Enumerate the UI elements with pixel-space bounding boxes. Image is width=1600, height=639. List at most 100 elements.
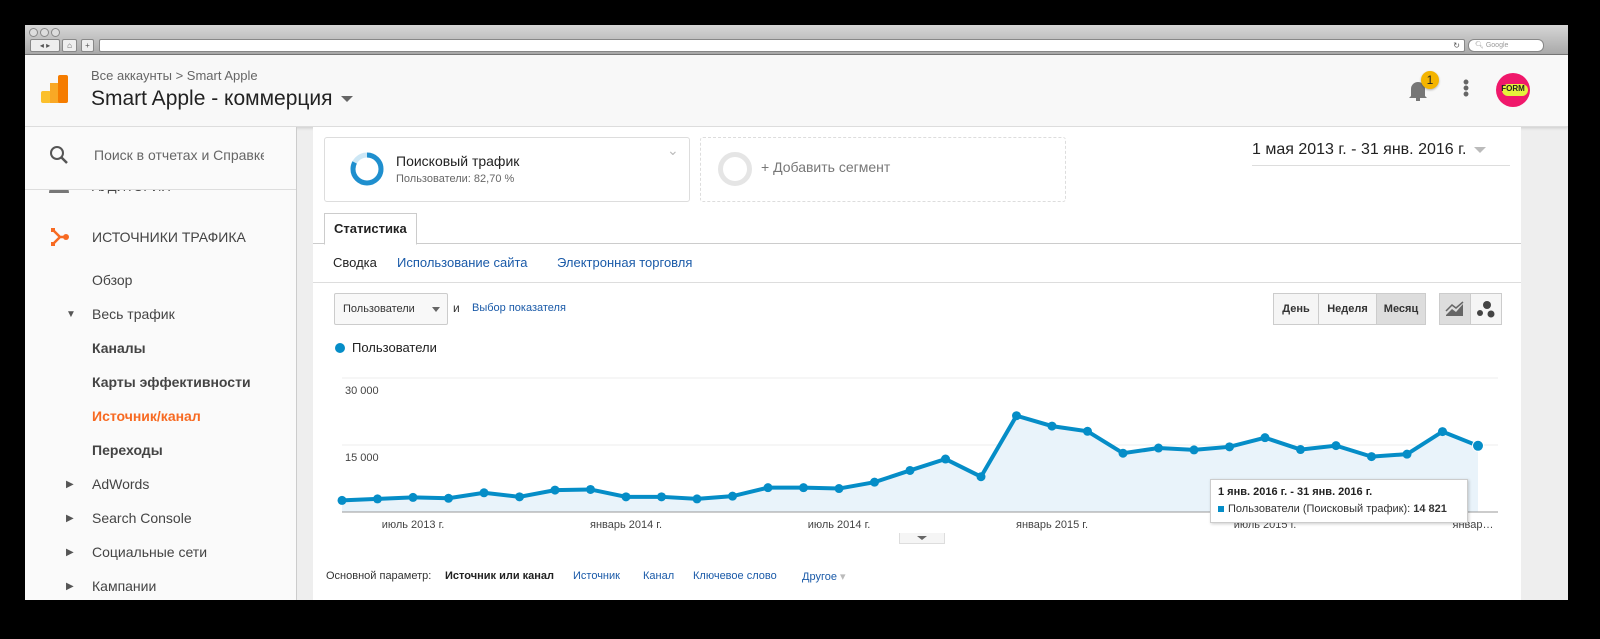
home-icon[interactable]: ⌂ <box>62 39 77 52</box>
tooltip-marker <box>1218 506 1224 512</box>
data-point[interactable] <box>1367 452 1376 462</box>
caret-down-icon <box>432 307 440 312</box>
data-point[interactable] <box>1402 449 1412 459</box>
back-icon[interactable]: ◂ <box>40 41 44 50</box>
breadcrumb[interactable]: Все аккаунты > Smart Apple <box>91 68 258 83</box>
subtab-ecommerce[interactable]: Электронная торговля <box>557 255 692 270</box>
empty-segment-icon <box>718 152 752 186</box>
subtab-summary[interactable]: Сводка <box>333 255 377 270</box>
data-point[interactable] <box>976 472 986 482</box>
period-day-button[interactable]: День <box>1273 293 1319 325</box>
reload-icon[interactable]: ↻ <box>1453 40 1460 51</box>
data-point[interactable] <box>692 494 702 504</box>
data-point[interactable] <box>1260 433 1270 443</box>
minimize-window-button[interactable] <box>40 28 49 37</box>
zoom-window-button[interactable] <box>51 28 60 37</box>
tooltip-title: 1 янв. 2016 г. - 31 янв. 2016 г. <box>1218 486 1373 498</box>
tab-statistics[interactable]: Статистика <box>324 213 417 245</box>
data-point[interactable] <box>1296 445 1305 455</box>
sidebar-item[interactable]: Search Console <box>92 510 192 526</box>
segment-donut-icon <box>350 152 384 186</box>
more-options-icon[interactable]: • • • <box>1462 73 1470 103</box>
data-point[interactable] <box>1189 445 1199 455</box>
line-chart-icon <box>1445 301 1464 317</box>
data-point[interactable] <box>586 484 595 494</box>
data-point[interactable] <box>479 488 489 498</box>
subtab-site-usage[interactable]: Использование сайта <box>397 255 528 270</box>
dimension-medium[interactable]: Канал <box>643 570 674 582</box>
sidebar-item[interactable]: Социальные сети <box>92 544 207 560</box>
data-point[interactable] <box>1331 441 1341 451</box>
data-point[interactable] <box>1118 448 1128 458</box>
data-point[interactable] <box>444 493 453 503</box>
report-search[interactable]: Поиск в отчетах и Справке <box>25 127 296 190</box>
collapsed-arrow-icon[interactable]: ▶ <box>66 479 74 490</box>
avatar[interactable]: FORM <box>1496 73 1530 107</box>
forward-icon[interactable]: ▸ <box>46 41 50 50</box>
dimension-other-dropdown[interactable]: Другое ▾ <box>802 570 846 583</box>
metric-select[interactable]: Пользователи <box>334 293 448 325</box>
sidebar-item[interactable]: Кампании <box>92 578 156 594</box>
data-point[interactable] <box>728 491 737 501</box>
sidebar-item[interactable]: AdWords <box>92 476 149 492</box>
search-icon <box>50 146 68 164</box>
browser-search-input[interactable]: 🔍︎ Google <box>1468 39 1544 52</box>
sidebar-item[interactable]: Весь трафик <box>92 306 175 322</box>
close-window-button[interactable] <box>29 28 38 37</box>
data-point[interactable] <box>1472 439 1484 452</box>
data-point[interactable] <box>1225 442 1234 452</box>
chevron-down-icon[interactable]: ⌄ <box>667 142 679 159</box>
data-point[interactable] <box>408 492 418 502</box>
motion-chart-toggle[interactable] <box>1470 293 1502 325</box>
url-bar[interactable]: ↻ <box>99 39 1465 52</box>
add-segment-button[interactable]: + Добавить сегмент <box>700 137 1066 202</box>
sidebar-item[interactable]: Источник/канал <box>92 408 201 424</box>
add-tab-icon[interactable]: + <box>81 39 94 52</box>
data-point[interactable] <box>657 492 666 502</box>
data-point[interactable] <box>373 494 382 504</box>
line-chart-toggle[interactable] <box>1439 293 1471 325</box>
sidebar-section-acquisition[interactable]: ИСТОЧНИКИ ТРАФИКА <box>92 229 246 245</box>
data-point[interactable] <box>621 492 631 502</box>
back-forward-buttons[interactable]: ◂ ▸ <box>30 39 60 52</box>
sidebar-item[interactable]: Карты эффективности <box>92 374 251 390</box>
notifications-button[interactable]: 1 <box>1407 71 1439 107</box>
data-point[interactable] <box>763 483 773 493</box>
collapsed-arrow-icon[interactable]: ▶ <box>66 547 74 558</box>
search-input[interactable]: Поиск в отчетах и Справке <box>94 147 264 163</box>
expanded-arrow-icon[interactable]: ▼ <box>66 309 76 320</box>
sidebar-item[interactable]: Обзор <box>92 272 132 288</box>
date-range-picker[interactable]: 1 мая 2013 г. - 31 янв. 2016 г. <box>1252 141 1510 166</box>
data-point[interactable] <box>1047 421 1057 431</box>
sidebar-item[interactable]: Каналы <box>92 340 146 356</box>
data-point[interactable] <box>1154 443 1163 453</box>
data-point[interactable] <box>1438 427 1447 437</box>
tooltip-value: 14 821 <box>1413 503 1447 515</box>
period-month-button[interactable]: Месяц <box>1376 293 1426 325</box>
period-week-button[interactable]: Неделя <box>1318 293 1377 325</box>
chart-resize-handle[interactable] <box>899 533 945 544</box>
data-point[interactable] <box>941 454 950 464</box>
data-point[interactable] <box>337 495 347 505</box>
x-tick-label: январь 2015 г. <box>1016 519 1088 531</box>
data-point[interactable] <box>515 492 524 502</box>
data-point[interactable] <box>550 485 560 495</box>
dimension-source[interactable]: Источник <box>573 570 620 582</box>
data-point[interactable] <box>905 465 915 475</box>
data-point[interactable] <box>799 483 808 493</box>
sidebar-item[interactable]: Переходы <box>92 442 163 458</box>
data-point[interactable] <box>870 477 879 487</box>
segment-card[interactable]: Поисковый трафик Пользователи: 82,70 % ⌄ <box>324 137 690 202</box>
x-tick-label: июль 2014 г. <box>808 519 871 531</box>
dimension-keyword[interactable]: Ключевое слово <box>693 570 777 582</box>
collapsed-arrow-icon[interactable]: ▶ <box>66 581 74 592</box>
dimension-source-medium[interactable]: Источник или канал <box>445 570 554 582</box>
data-point[interactable] <box>1012 411 1021 421</box>
data-point[interactable] <box>1083 426 1092 436</box>
choose-metric-link[interactable]: Выбор показателя <box>472 302 566 314</box>
bubbles-icon <box>1477 301 1495 318</box>
notification-badge: 1 <box>1421 71 1439 89</box>
account-selector[interactable]: Smart Apple - коммерция <box>91 87 353 111</box>
data-point[interactable] <box>834 484 844 494</box>
collapsed-arrow-icon[interactable]: ▶ <box>66 513 74 524</box>
